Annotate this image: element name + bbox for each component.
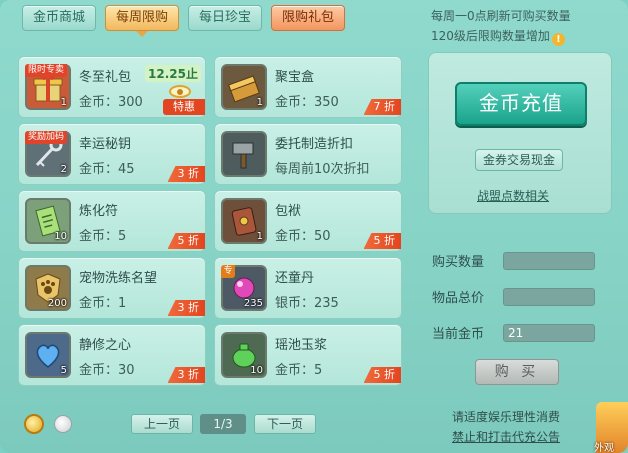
heart-gem-icon: 5	[25, 332, 71, 378]
item-name: 瑶池玉浆	[275, 338, 328, 353]
refresh-notice: 每周一0点刷新可购买数量 120级后限购数量增加!	[431, 6, 571, 46]
ribbon-limited: 限时专卖	[25, 64, 68, 77]
exclusive-ribbon: 专	[221, 265, 235, 278]
item-count: 10	[250, 365, 263, 376]
item-price: 银币：235	[275, 296, 339, 311]
anti-proxy-notice-link[interactable]: 禁止和打击代充公告	[452, 428, 560, 445]
item-price: 金币：350	[275, 95, 339, 110]
current-gold-label: 当前金币	[432, 327, 485, 342]
moderation-notice: 请适度娱乐理性消费	[452, 410, 561, 424]
tab-gold-mall[interactable]: 金币商城	[22, 5, 97, 31]
discount-badge: 3 折	[167, 367, 205, 383]
item-count: 1	[256, 231, 263, 242]
hammer-icon	[221, 131, 267, 177]
notice-line2-text: 120级后限购数量增加	[431, 29, 550, 43]
notice-line2: 120级后限购数量增加!	[431, 26, 571, 46]
item-name: 委托制造折扣	[275, 137, 354, 152]
tab-daily-treasure[interactable]: 每日珍宝	[188, 5, 263, 31]
item-card-treasure-box[interactable]: 1 聚宝盒 金币：350 7 折	[214, 56, 402, 118]
item-name: 包袱	[275, 204, 302, 219]
item-price: 金币：45	[79, 162, 135, 177]
item-card-winter-gift[interactable]: 1 限时专卖 冬至礼包 金币：300 12.25止 特惠	[18, 56, 206, 118]
treasure-box-icon: 1	[221, 64, 267, 110]
item-count: 1	[256, 97, 263, 108]
item-card-refine-talisman[interactable]: 10 炼化符 金币：5 5 折	[18, 190, 206, 252]
item-price: 金币：50	[275, 229, 331, 244]
shop-window: 金币商城 每周限购 每日珍宝 限购礼包 每周一0点刷新可购买数量 120级后限购…	[0, 0, 628, 453]
item-grid: 1 限时专卖 冬至礼包 金币：300 12.25止 特惠 1 聚宝盒 金币：35…	[18, 52, 414, 388]
item-card-youth-pill[interactable]: 235 专 还童丹 银币：235	[214, 257, 402, 319]
quantity-label: 购买数量	[432, 255, 485, 270]
shop-tabs: 金币商城 每周限购 每日珍宝 限购礼包	[22, 5, 346, 37]
paw-badge-icon: 200	[25, 265, 71, 311]
item-count: 200	[47, 298, 67, 309]
item-name: 冬至礼包	[79, 70, 132, 85]
discount-badge: 5 折	[167, 233, 205, 249]
tab-limited-gift[interactable]: 限购礼包	[271, 5, 346, 31]
item-price: 金币：30	[79, 363, 135, 378]
discount-badge: 3 折	[167, 300, 205, 316]
ribbon-bonus: 奖励加码	[25, 131, 68, 144]
deadline-badge: 12.25止	[145, 65, 201, 82]
item-name: 幸运秘钥	[79, 137, 132, 152]
item-card-bundle[interactable]: 1 包袱 金币：50 5 折	[214, 190, 402, 252]
item-price: 金币：300	[79, 95, 143, 110]
appearance-label[interactable]: 外观	[594, 439, 614, 453]
item-name: 炼化符	[79, 204, 119, 219]
talisman-icon: 10	[25, 198, 71, 244]
gold-coin-icon[interactable]	[24, 414, 44, 434]
item-card-commission-discount[interactable]: 委托制造折扣 每周前10次折扣	[214, 123, 402, 185]
current-gold-field: 21	[503, 324, 595, 342]
item-count: 1	[60, 97, 67, 108]
item-card-pet-prestige[interactable]: 200 宠物洗练名望 金币：1 3 折	[18, 257, 206, 319]
recharge-panel: 金币充值 金券交易现金 战盟点数相关	[428, 52, 612, 214]
info-icon[interactable]: !	[551, 33, 565, 46]
item-name: 还童丹	[275, 271, 315, 286]
silver-coin-icon[interactable]	[54, 415, 72, 433]
alliance-points-link[interactable]: 战盟点数相关	[477, 187, 549, 204]
item-card-lucky-key[interactable]: 2 奖励加码 幸运秘钥 金币：45 3 折	[18, 123, 206, 185]
item-card-jade-nectar[interactable]: 10 瑶池玉浆 金币：5 5 折	[214, 324, 402, 386]
discount-badge: 5 折	[363, 233, 401, 249]
quantity-field[interactable]	[503, 252, 595, 270]
ticket-trade-button[interactable]: 金券交易现金	[475, 149, 563, 171]
discount-badge: 3 折	[167, 166, 205, 182]
item-price: 金币：5	[79, 229, 127, 244]
item-card-meditation-heart[interactable]: 5 静修之心 金币：30 3 折	[18, 324, 206, 386]
discount-badge: 5 折	[363, 367, 401, 383]
discount-badge: 7 折	[363, 99, 401, 115]
item-name: 静修之心	[79, 338, 132, 353]
total-price-field	[503, 288, 595, 306]
buy-button[interactable]: 购 买	[475, 359, 559, 385]
item-count: 235	[243, 298, 263, 309]
item-count: 5	[60, 365, 67, 376]
item-price: 每周前10次折扣	[275, 162, 370, 177]
item-count: 2	[60, 164, 67, 175]
total-price-label: 物品总价	[432, 291, 485, 306]
notice-line1: 每周一0点刷新可购买数量	[431, 9, 571, 23]
special-offer-badge: 特惠	[163, 99, 205, 115]
gold-recharge-button[interactable]: 金币充值	[455, 82, 587, 126]
next-page-button[interactable]: 下一页	[254, 414, 316, 434]
page-indicator: 1/3	[200, 414, 246, 434]
item-count: 10	[54, 231, 67, 242]
item-price: 金币：1	[79, 296, 127, 311]
bag-icon: 1	[221, 198, 267, 244]
item-price: 金币：5	[275, 363, 323, 378]
tab-weekly-limit[interactable]: 每周限购	[105, 5, 180, 37]
item-name: 聚宝盒	[275, 70, 315, 85]
jade-pot-icon: 10	[221, 332, 267, 378]
prev-page-button[interactable]: 上一页	[131, 414, 193, 434]
eye-icon[interactable]	[169, 85, 191, 98]
item-name: 宠物洗练名望	[79, 271, 158, 286]
